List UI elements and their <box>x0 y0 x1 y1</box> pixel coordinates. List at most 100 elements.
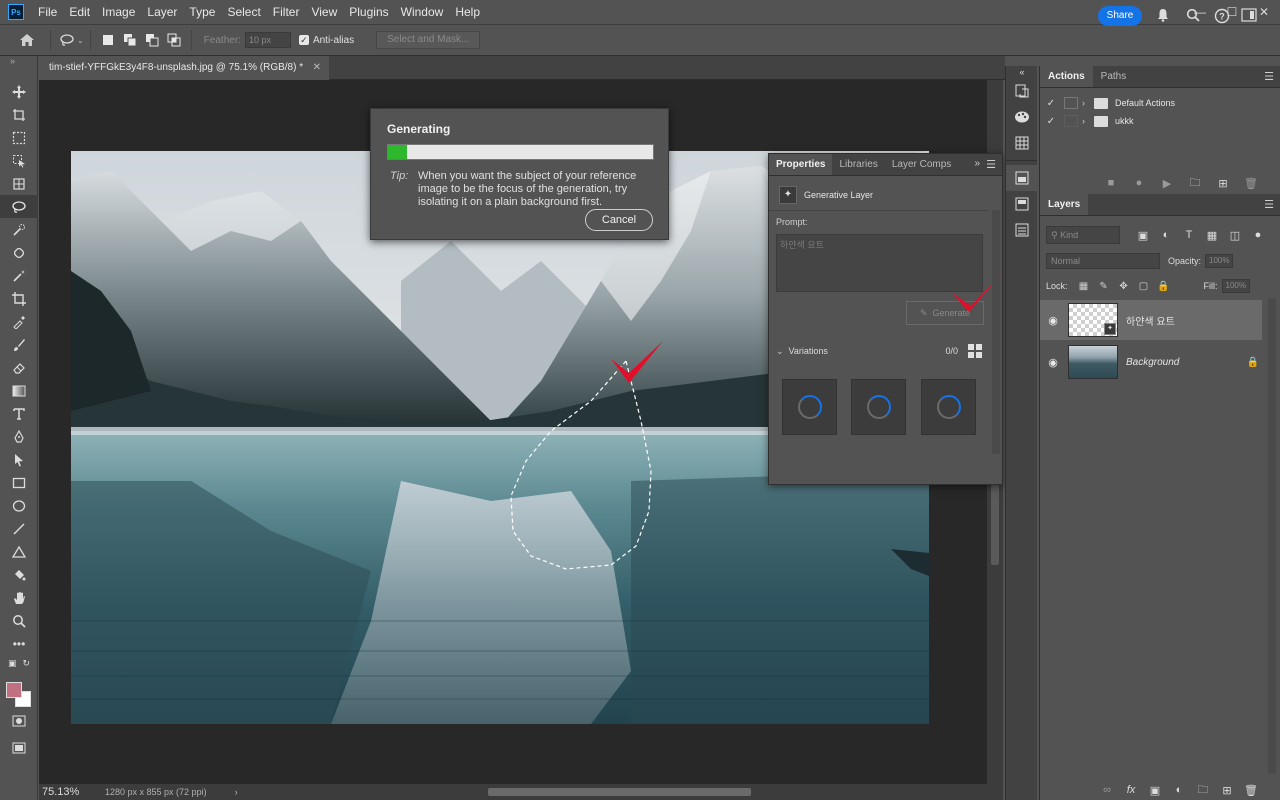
eye-icon[interactable]: ◉ <box>1040 356 1066 369</box>
lock-position-icon[interactable]: ✥ <box>1114 281 1134 292</box>
layer-row[interactable]: ◉ ✦ 하얀색 요트 <box>1040 300 1262 340</box>
chevron-down-icon[interactable]: ⌄ <box>776 346 784 357</box>
type-filter-icon[interactable]: T <box>1178 229 1200 241</box>
panel-menu-icon[interactable]: ☰ <box>1264 70 1274 83</box>
eraser-icon[interactable] <box>0 356 38 379</box>
tab-properties[interactable]: Properties <box>769 154 833 175</box>
panel-menu-icon[interactable]: ☰ <box>1264 198 1274 211</box>
properties-panel-icon[interactable] <box>1006 165 1038 191</box>
lock-transparent-icon[interactable]: ▦ <box>1074 281 1094 292</box>
variations-header[interactable]: ⌄ Variations 0/0 <box>776 344 982 358</box>
chevron-down-icon[interactable]: ⌄ <box>77 36 84 45</box>
brush-icon[interactable] <box>0 333 38 356</box>
dialog-toggle-icon[interactable] <box>1064 97 1078 109</box>
paint-bucket-icon[interactable] <box>0 563 38 586</box>
menu-image[interactable]: Image <box>96 0 141 24</box>
panel-menu-icon[interactable]: ☰ <box>986 158 996 171</box>
move-icon[interactable] <box>0 80 38 103</box>
menu-layer[interactable]: Layer <box>141 0 183 24</box>
tab-actions[interactable]: Actions <box>1040 66 1093 87</box>
new-action-icon[interactable]: ⊞ <box>1215 177 1231 190</box>
dialog-toggle-icon[interactable] <box>1064 115 1078 127</box>
quick-mask-icon[interactable] <box>0 709 38 732</box>
menu-filter[interactable]: Filter <box>267 0 306 24</box>
swatches-grid-icon[interactable] <box>1006 130 1038 156</box>
chevron-right-icon[interactable]: › <box>1082 116 1094 126</box>
cancel-button[interactable]: Cancel <box>585 209 653 231</box>
shape-filter-icon[interactable]: ▦ <box>1201 229 1223 242</box>
hand-icon[interactable] <box>0 586 38 609</box>
artboard-icon[interactable] <box>0 103 38 126</box>
play-icon[interactable]: ▶ <box>1159 177 1175 190</box>
record-icon[interactable]: ● <box>1131 177 1147 189</box>
filter-toggle-icon[interactable]: ● <box>1247 229 1269 241</box>
expand-panels-icon[interactable]: « <box>1006 66 1038 78</box>
search-icon[interactable] <box>1184 8 1202 26</box>
path-select-icon[interactable] <box>0 448 38 471</box>
home-icon[interactable] <box>16 29 38 51</box>
tab-paths[interactable]: Paths <box>1093 66 1135 87</box>
opacity-input[interactable]: 100% <box>1205 254 1234 268</box>
menu-help[interactable]: Help <box>449 0 486 24</box>
help-icon[interactable]: ? <box>1213 8 1231 26</box>
properties-scrollbar[interactable] <box>992 210 1000 454</box>
tab-layer-comps[interactable]: Layer Comps <box>885 154 958 175</box>
triangle-icon[interactable] <box>0 540 38 563</box>
bell-icon[interactable] <box>1154 8 1172 26</box>
chevron-right-icon[interactable]: › <box>235 787 238 797</box>
variation-tile[interactable] <box>921 379 976 435</box>
trash-icon[interactable]: 🗑 <box>1243 784 1259 797</box>
link-layers-icon[interactable]: ∞ <box>1099 784 1115 796</box>
chevron-right-icon[interactable]: › <box>1082 98 1094 108</box>
crop-frame-icon[interactable] <box>0 172 38 195</box>
variation-tile[interactable] <box>851 379 906 435</box>
tab-layers[interactable]: Layers <box>1040 194 1089 215</box>
lasso-icon[interactable] <box>0 195 38 218</box>
pen-icon[interactable] <box>0 425 38 448</box>
more-tools-icon[interactable]: ••• <box>0 632 38 655</box>
menu-edit[interactable]: Edit <box>63 0 96 24</box>
default-colors-icon[interactable]: ▣ ↻ <box>0 655 38 671</box>
intersect-selection-icon[interactable] <box>163 29 185 51</box>
stop-icon[interactable]: ■ <box>1103 177 1119 189</box>
zoom-icon[interactable] <box>0 609 38 632</box>
layers-scrollbar[interactable] <box>1268 298 1276 774</box>
layer-kind-filter[interactable]: ⚲ Kind <box>1046 226 1120 244</box>
history-icon[interactable] <box>1006 78 1038 104</box>
adjustment-filter-icon[interactable]: ◐ <box>1155 229 1177 241</box>
menu-view[interactable]: View <box>305 0 343 24</box>
lock-image-icon[interactable]: ✎ <box>1094 281 1114 292</box>
horizontal-scroll-thumb[interactable] <box>488 788 751 796</box>
spot-heal-icon[interactable] <box>0 241 38 264</box>
screen-mode-icon[interactable] <box>0 736 38 759</box>
variation-tile[interactable] <box>782 379 837 435</box>
color-palette-icon[interactable] <box>1006 104 1038 130</box>
libraries-panel-icon[interactable] <box>1006 191 1038 217</box>
ellipse-icon[interactable] <box>0 494 38 517</box>
new-layer-icon[interactable]: ⊞ <box>1219 784 1235 797</box>
subtract-selection-icon[interactable] <box>141 29 163 51</box>
select-and-mask-button[interactable]: Select and Mask... <box>376 31 481 49</box>
action-set-row[interactable]: ✓ › Default Actions <box>1040 94 1280 112</box>
new-set-folder-icon[interactable]: 🗀 <box>1187 174 1203 193</box>
line-icon[interactable] <box>0 517 38 540</box>
crop-icon[interactable] <box>0 287 38 310</box>
type-icon[interactable] <box>0 402 38 425</box>
pixel-filter-icon[interactable]: ▣ <box>1132 229 1154 242</box>
workspace-icon[interactable] <box>1240 8 1258 26</box>
lasso-preset-icon[interactable] <box>57 29 79 51</box>
layer-row[interactable]: ◉ Background 🔒 <box>1040 342 1262 382</box>
quick-select-icon[interactable] <box>0 218 38 241</box>
add-mask-icon[interactable]: ▣ <box>1147 784 1163 797</box>
lock-all-icon[interactable]: 🔒 <box>1154 281 1174 292</box>
eye-icon[interactable]: ◉ <box>1040 314 1066 327</box>
new-selection-icon[interactable] <box>97 29 119 51</box>
adjustment-layer-icon[interactable]: ◐ <box>1171 784 1187 796</box>
fill-input[interactable]: 100% <box>1221 279 1250 293</box>
lock-icon[interactable]: 🔒 <box>1244 357 1262 368</box>
horizontal-scrollbar[interactable] <box>248 784 1003 800</box>
document-tab[interactable]: tim-stief-YFFGkE3y4F8-unsplash.jpg @ 75.… <box>39 56 329 80</box>
add-selection-icon[interactable] <box>119 29 141 51</box>
grid-view-icon[interactable] <box>968 344 982 358</box>
object-select-icon[interactable] <box>0 149 38 172</box>
